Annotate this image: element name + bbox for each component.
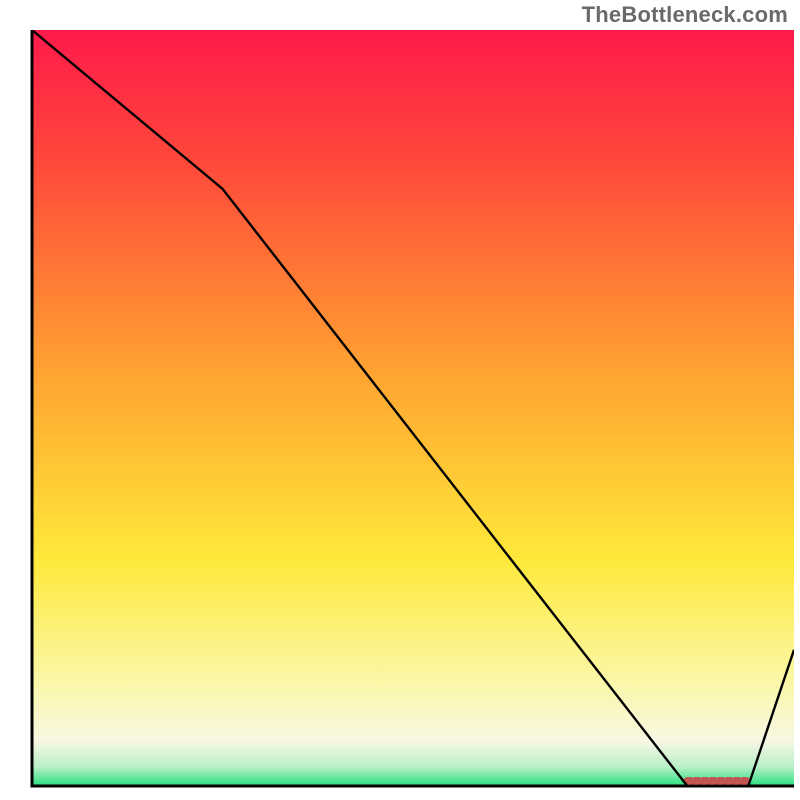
- chart-svg: [0, 0, 800, 800]
- chart-container: TheBottleneck.com: [0, 0, 800, 800]
- gradient-background: [32, 30, 794, 786]
